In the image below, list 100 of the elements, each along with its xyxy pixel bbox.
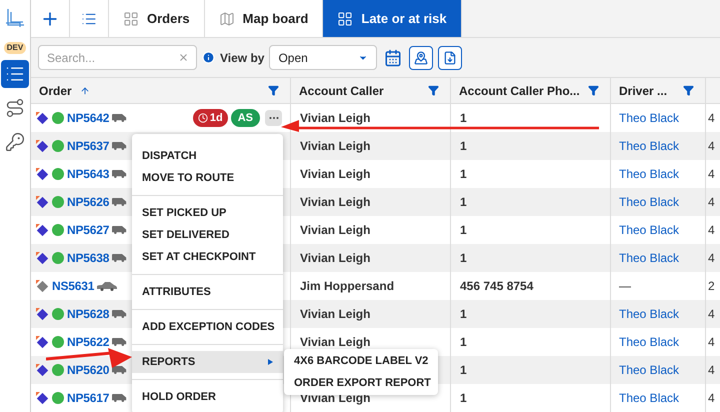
filter-icon[interactable]: [428, 85, 439, 96]
phone-number: 456 745 8754: [460, 278, 534, 295]
driver-link[interactable]: Theo Black: [619, 137, 680, 155]
order-link[interactable]: NP5622: [67, 333, 110, 351]
menu-item[interactable]: ATTRIBUTES: [132, 281, 283, 303]
van-icon: [112, 394, 128, 402]
order-link[interactable]: NS5631: [52, 277, 94, 295]
table-cell-text: 4: [708, 222, 715, 239]
file-download-icon: [443, 50, 458, 64]
status-icon: [52, 224, 64, 236]
menu-item[interactable]: 4X6 BARCODE LABEL V2: [284, 350, 438, 372]
phone-number: 1: [460, 362, 467, 379]
late-badge: 1d: [192, 109, 228, 127]
filter-icon[interactable]: [268, 85, 279, 96]
status-icon: [52, 168, 64, 180]
table-cell-text: 4: [708, 166, 715, 183]
order-link[interactable]: NP5620: [67, 361, 110, 379]
status-icon: [52, 336, 64, 348]
driver-link[interactable]: Theo Black: [619, 221, 680, 239]
menu-item[interactable]: SET DELIVERED: [132, 224, 283, 246]
search-field[interactable]: Search...: [38, 45, 197, 70]
list-nav-button[interactable]: [1, 60, 29, 88]
driver-link[interactable]: Theo Black: [619, 361, 680, 379]
order-link[interactable]: NP5637: [67, 137, 110, 155]
calendar-icon: [384, 48, 402, 66]
phone-number: 1: [460, 390, 467, 407]
caller-name: Vivian Leigh: [300, 222, 370, 239]
order-link[interactable]: NP5638: [67, 249, 110, 267]
more-button[interactable]: [265, 110, 282, 126]
caller-name: Vivian Leigh: [300, 194, 370, 211]
map-icon: [218, 10, 235, 26]
menu-item[interactable]: REPORTS: [132, 351, 283, 373]
filter-icon[interactable]: [588, 85, 599, 96]
grid-icon: [337, 10, 354, 26]
car-icon: [97, 282, 118, 290]
order-link[interactable]: NP5643: [67, 165, 110, 183]
diamond-icon: [36, 364, 49, 376]
van-icon: [112, 338, 128, 346]
view-by-select[interactable]: Open: [269, 45, 378, 70]
driver-link[interactable]: Theo Black: [619, 389, 680, 407]
diamond-icon: [36, 196, 49, 208]
menu-item[interactable]: MOVE TO ROUTE: [132, 167, 283, 189]
table-cell-text: 4: [708, 334, 715, 351]
order-link[interactable]: NP5628: [67, 305, 110, 323]
order-link[interactable]: NP5617: [67, 389, 110, 407]
filter-icon[interactable]: [683, 85, 694, 96]
driver-link[interactable]: Theo Black: [619, 249, 680, 267]
grid-icon: [123, 10, 139, 26]
menu-item[interactable]: SET PICKED UP: [132, 202, 283, 224]
column-header[interactable]: Order: [31, 78, 291, 103]
menu-item[interactable]: DISPATCH: [132, 145, 283, 167]
caller-name: Vivian Leigh: [300, 306, 370, 323]
column-header[interactable]: Account Caller Pho...: [451, 78, 611, 103]
logo-icon: [3, 6, 27, 30]
status-icon: [52, 140, 64, 152]
status-icon: [52, 252, 64, 264]
van-icon: [112, 142, 128, 150]
tab[interactable]: Map board: [204, 0, 324, 37]
van-icon: [112, 114, 128, 122]
diamond-icon: [36, 392, 49, 404]
order-link[interactable]: NP5642: [67, 109, 110, 127]
caller-name: Vivian Leigh: [300, 250, 370, 267]
route-icon: [5, 98, 25, 118]
driver-link[interactable]: Theo Black: [619, 305, 680, 323]
sort-icon[interactable]: [80, 86, 90, 96]
order-link[interactable]: NP5626: [67, 193, 110, 211]
phone-number: 1: [460, 222, 467, 239]
diamond-icon: [36, 168, 49, 180]
diamond-icon: [36, 336, 49, 348]
driver-link[interactable]: Theo Black: [619, 109, 680, 127]
tab[interactable]: Orders: [109, 0, 205, 37]
status-icon: [52, 392, 64, 404]
driver-link[interactable]: Theo Black: [619, 165, 680, 183]
menu-item[interactable]: SET AT CHECKPOINT: [132, 246, 283, 268]
status-icon: [52, 308, 64, 320]
tab[interactable]: [70, 0, 109, 37]
table-cell-text: 4: [708, 306, 715, 323]
driver-link[interactable]: Theo Black: [619, 333, 680, 351]
table-cell-text: 4: [708, 390, 715, 407]
menu-item[interactable]: HOLD ORDER: [132, 386, 283, 408]
van-icon: [112, 198, 128, 206]
clear-icon[interactable]: [178, 52, 189, 63]
tab[interactable]: Late or at risk: [323, 0, 462, 37]
map-export-button[interactable]: [409, 46, 434, 70]
tab[interactable]: [31, 0, 70, 37]
key-icon: [5, 132, 25, 152]
caller-name: Vivian Leigh: [300, 166, 370, 183]
file-download-button[interactable]: [438, 46, 462, 70]
van-icon: [112, 254, 128, 262]
caller-name: Vivian Leigh: [300, 138, 370, 155]
phone-number: 1: [460, 306, 467, 323]
table-cell-text: 2: [708, 278, 715, 295]
column-header[interactable]: Driver ...: [611, 78, 706, 103]
phone-number: 1: [460, 194, 467, 211]
phone-number: 1: [460, 110, 467, 127]
order-link[interactable]: NP5627: [67, 221, 110, 239]
menu-item[interactable]: ORDER EXPORT REPORT: [284, 372, 438, 394]
driver-link[interactable]: Theo Black: [619, 193, 680, 211]
menu-item[interactable]: ADD EXCEPTION CODES: [132, 316, 283, 338]
column-header[interactable]: Account Caller: [291, 78, 451, 103]
